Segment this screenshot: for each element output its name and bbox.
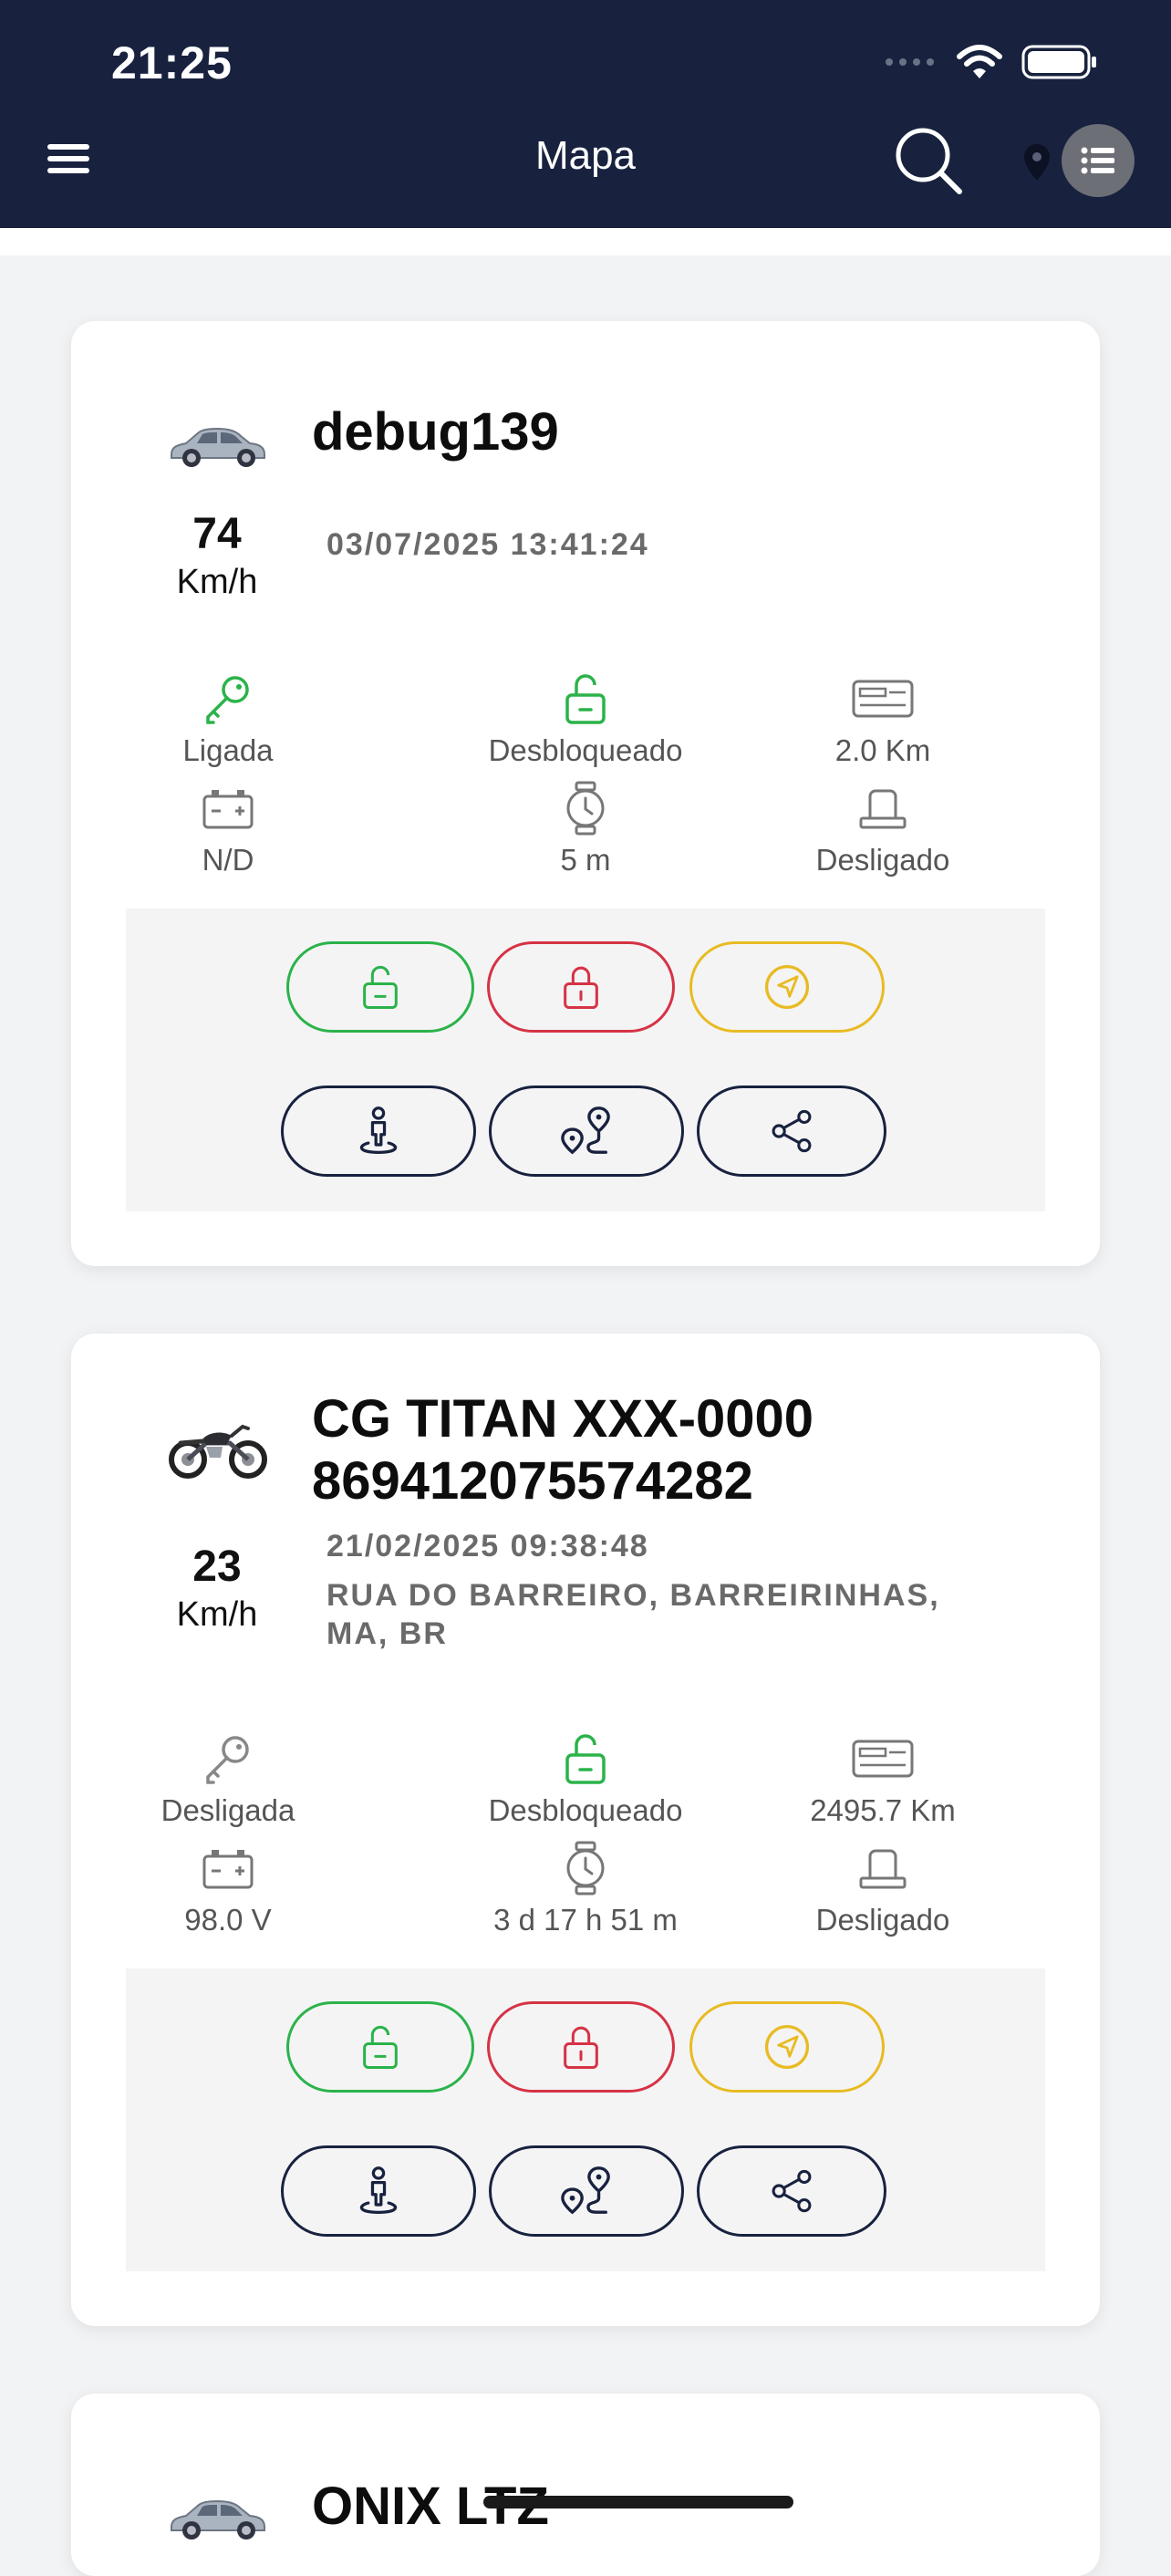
speed-unit: Km/h — [176, 563, 258, 601]
battery-status: N/D — [91, 781, 365, 878]
odometer-label: 2495.7 Km — [810, 1793, 956, 1827]
odometer-icon — [851, 1731, 915, 1786]
siren-label: Desligado — [815, 1903, 950, 1937]
lock-status: Desbloqueado — [449, 1731, 722, 1828]
siren-icon — [855, 781, 910, 836]
header-divider — [0, 228, 1171, 255]
siren-status: Desligado — [746, 781, 1020, 878]
street-view-button[interactable] — [281, 1085, 476, 1177]
vehicle-address: RUA DO BARREIRO, BARREIRINHAS, MA, BR — [326, 1578, 940, 1651]
last-update-datetime: 21/02/2025 09:38:48 — [326, 1529, 649, 1563]
watch-icon — [558, 781, 613, 836]
stopped-time-status: 5 m — [449, 781, 722, 878]
navigate-button[interactable] — [689, 941, 885, 1033]
unlock-button[interactable] — [286, 941, 474, 1033]
stopped-time-status: 3 d 17 h 51 m — [449, 1841, 722, 1937]
action-panel — [126, 909, 1045, 1211]
odometer-icon — [851, 671, 915, 726]
list-icon — [1081, 147, 1114, 174]
key-icon — [201, 671, 255, 726]
unlock-button[interactable] — [286, 2001, 474, 2093]
person-pin-icon — [353, 1106, 404, 1157]
route-icon — [560, 1105, 613, 1158]
navigate-button[interactable] — [689, 2001, 885, 2093]
share-icon — [768, 1107, 815, 1155]
battery-icon — [1021, 45, 1096, 79]
signal-icon — [886, 58, 934, 66]
action-panel — [126, 1968, 1045, 2271]
battery-icon — [201, 1841, 255, 1896]
map-view-button[interactable] — [1021, 142, 1052, 184]
route-history-button[interactable] — [489, 2145, 684, 2237]
motorcycle-icon — [166, 1416, 268, 1480]
map-pin-icon — [1024, 144, 1050, 181]
battery-label: 98.0 V — [184, 1903, 272, 1937]
odometer-status: 2495.7 Km — [746, 1731, 1020, 1828]
navigation-icon — [762, 2021, 813, 2072]
lock-icon — [557, 963, 605, 1011]
home-indicator[interactable] — [483, 2496, 793, 2508]
last-update-datetime: 03/07/2025 13:41:24 — [326, 527, 649, 562]
battery-label: N/D — [202, 843, 254, 877]
odometer-label: 2.0 Km — [834, 733, 931, 767]
battery-status: 98.0 V — [91, 1841, 365, 1937]
speed-unit: Km/h — [176, 1595, 258, 1634]
vehicle-name: debug139 — [312, 402, 559, 462]
status-icons — [885, 42, 1098, 82]
car-icon — [166, 418, 268, 473]
ignition-status: Desligada — [91, 1731, 365, 1828]
list-view-button[interactable] — [1062, 124, 1135, 197]
odometer-status: 2.0 Km — [746, 671, 1020, 768]
vehicle-card[interactable]: debug139 74 Km/h 03/07/2025 13:41:24 Lig… — [71, 321, 1100, 1266]
speed-value: 23 — [192, 1542, 242, 1591]
person-pin-icon — [353, 2166, 404, 2217]
vehicle-name: CG TITAN XXX-0000 869412075574282 — [312, 1389, 814, 1511]
search-button[interactable] — [892, 124, 965, 197]
siren-label: Desligado — [815, 843, 950, 877]
page-title: Mapa — [534, 133, 637, 178]
speed-value: 74 — [192, 510, 242, 558]
ignition-status: Ligada — [91, 671, 365, 768]
unlock-icon — [558, 1731, 613, 1786]
wifi-icon — [957, 45, 1002, 78]
share-button[interactable] — [697, 1085, 886, 1177]
siren-status: Desligado — [746, 1841, 1020, 1937]
unlock-icon — [357, 963, 404, 1011]
stopped-time-label: 3 d 17 h 51 m — [493, 1903, 678, 1937]
lock-label: Desbloqueado — [488, 733, 683, 767]
speed-display: 23 Km/h — [153, 1542, 281, 1636]
vehicle-card[interactable]: ONIX LTZ — [71, 2394, 1100, 2576]
car-icon — [166, 2490, 268, 2545]
app-header: 21:25 Mapa — [0, 0, 1171, 228]
lock-icon — [557, 2023, 605, 2071]
lock-label: Desbloqueado — [488, 1793, 683, 1827]
key-icon — [201, 1731, 255, 1786]
ignition-label: Desligada — [161, 1793, 295, 1827]
speed-display: 74 Km/h — [153, 509, 281, 604]
unlock-icon — [357, 2023, 404, 2071]
share-button[interactable] — [697, 2145, 886, 2237]
street-view-button[interactable] — [281, 2145, 476, 2237]
route-history-button[interactable] — [489, 1085, 684, 1177]
navigation-icon — [762, 961, 813, 1013]
search-icon — [896, 128, 962, 194]
watch-icon — [558, 1841, 613, 1896]
lock-status: Desbloqueado — [449, 671, 722, 768]
siren-icon — [855, 1841, 910, 1896]
stopped-time-label: 5 m — [560, 843, 611, 877]
share-icon — [768, 2167, 815, 2215]
status-time: 21:25 — [111, 37, 233, 88]
battery-icon — [201, 781, 255, 836]
ignition-label: Ligada — [182, 733, 274, 767]
vehicle-card[interactable]: CG TITAN XXX-0000 869412075574282 23 Km/… — [71, 1334, 1100, 2326]
lock-button[interactable] — [487, 2001, 675, 2093]
lock-button[interactable] — [487, 941, 675, 1033]
unlock-icon — [558, 671, 613, 726]
route-icon — [560, 2165, 613, 2218]
